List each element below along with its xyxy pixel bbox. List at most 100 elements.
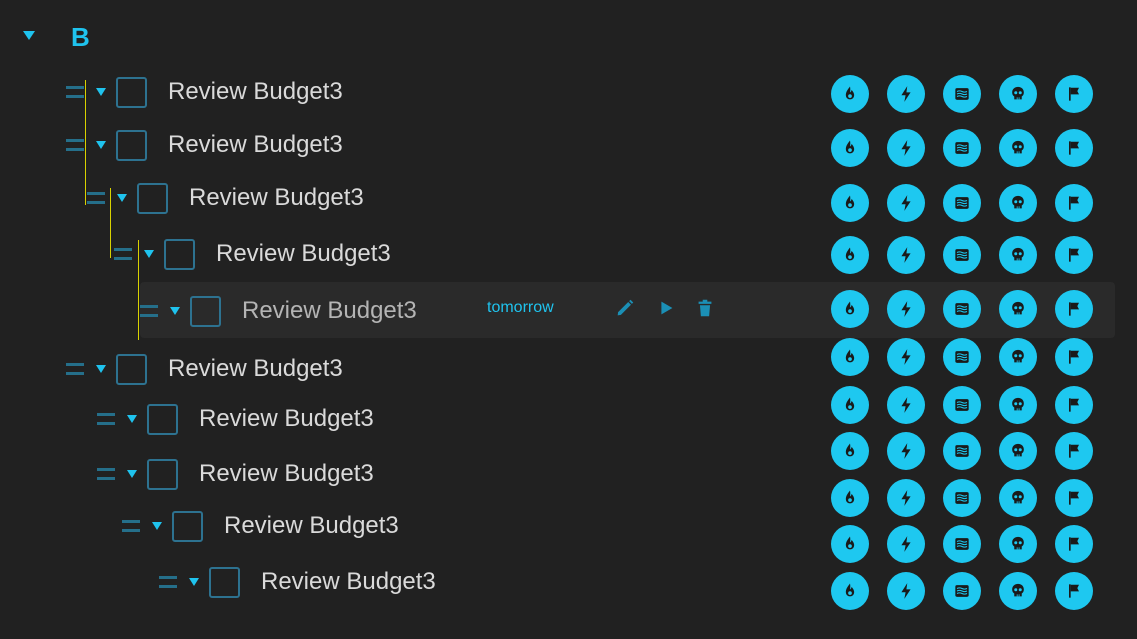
skull-icon[interactable]: [999, 386, 1037, 424]
expand-caret-icon[interactable]: [96, 141, 106, 149]
waves-icon[interactable]: [943, 184, 981, 222]
task-row[interactable]: Review Budget3: [97, 454, 374, 494]
flag-icon[interactable]: [1055, 184, 1093, 222]
task-row[interactable]: Review Budget3: [159, 562, 436, 602]
flame-icon[interactable]: [831, 525, 869, 563]
task-checkbox[interactable]: [137, 182, 168, 214]
bolt-icon[interactable]: [887, 290, 925, 328]
flame-icon[interactable]: [831, 479, 869, 517]
task-row[interactable]: Review Budget3: [122, 506, 399, 546]
flag-icon[interactable]: [1055, 525, 1093, 563]
due-date-label[interactable]: tomorrow: [487, 298, 554, 318]
skull-icon[interactable]: [999, 525, 1037, 563]
skull-icon[interactable]: [999, 236, 1037, 274]
expand-caret-icon[interactable]: [170, 307, 180, 315]
waves-icon[interactable]: [943, 75, 981, 113]
task-checkbox[interactable]: [164, 238, 195, 270]
bolt-icon[interactable]: [887, 525, 925, 563]
task-row[interactable]: Review Budget3: [87, 178, 364, 218]
drag-handle-icon[interactable]: [66, 86, 84, 98]
bolt-icon[interactable]: [887, 479, 925, 517]
skull-icon[interactable]: [999, 184, 1037, 222]
bolt-icon[interactable]: [887, 184, 925, 222]
waves-icon[interactable]: [943, 525, 981, 563]
bolt-icon[interactable]: [887, 572, 925, 610]
task-row[interactable]: Review Budget3: [114, 234, 391, 274]
expand-caret-icon[interactable]: [152, 522, 162, 530]
skull-icon[interactable]: [999, 290, 1037, 328]
flag-icon[interactable]: [1055, 432, 1093, 470]
drag-handle-icon[interactable]: [97, 413, 115, 425]
flame-icon[interactable]: [831, 338, 869, 376]
task-checkbox[interactable]: [116, 76, 147, 108]
skull-icon[interactable]: [999, 75, 1037, 113]
task-checkbox[interactable]: [116, 129, 147, 161]
flame-icon[interactable]: [831, 290, 869, 328]
waves-icon[interactable]: [943, 129, 981, 167]
flag-icon[interactable]: [1055, 386, 1093, 424]
skull-icon[interactable]: [999, 479, 1037, 517]
expand-caret-icon[interactable]: [96, 365, 106, 373]
waves-icon[interactable]: [943, 236, 981, 274]
waves-icon[interactable]: [943, 572, 981, 610]
drag-handle-icon[interactable]: [140, 305, 158, 317]
expand-caret-icon[interactable]: [117, 194, 127, 202]
task-checkbox[interactable]: [209, 566, 240, 598]
drag-handle-icon[interactable]: [122, 520, 140, 532]
flame-icon[interactable]: [831, 184, 869, 222]
drag-handle-icon[interactable]: [87, 192, 105, 204]
expand-caret-icon[interactable]: [144, 250, 154, 258]
expand-caret-icon[interactable]: [127, 470, 137, 478]
waves-icon[interactable]: [943, 290, 981, 328]
task-checkbox[interactable]: [147, 458, 178, 490]
bolt-icon[interactable]: [887, 386, 925, 424]
skull-icon[interactable]: [999, 129, 1037, 167]
edit-icon[interactable]: [614, 297, 636, 319]
waves-icon[interactable]: [943, 386, 981, 424]
trash-icon[interactable]: [694, 297, 716, 319]
task-checkbox[interactable]: [147, 403, 178, 435]
expand-caret-icon[interactable]: [189, 578, 199, 586]
flag-icon[interactable]: [1055, 572, 1093, 610]
bolt-icon[interactable]: [887, 129, 925, 167]
flag-icon[interactable]: [1055, 479, 1093, 517]
skull-icon[interactable]: [999, 432, 1037, 470]
drag-handle-icon[interactable]: [114, 248, 132, 260]
flame-icon[interactable]: [831, 236, 869, 274]
drag-handle-icon[interactable]: [66, 139, 84, 151]
flag-icon[interactable]: [1055, 338, 1093, 376]
flag-icon[interactable]: [1055, 75, 1093, 113]
skull-icon[interactable]: [999, 572, 1037, 610]
drag-handle-icon[interactable]: [97, 468, 115, 480]
flame-icon[interactable]: [831, 572, 869, 610]
flag-icon[interactable]: [1055, 236, 1093, 274]
flag-icon[interactable]: [1055, 290, 1093, 328]
expand-caret-icon[interactable]: [96, 88, 106, 96]
drag-handle-icon[interactable]: [159, 576, 177, 588]
bolt-icon[interactable]: [887, 338, 925, 376]
waves-icon[interactable]: [943, 338, 981, 376]
bolt-icon[interactable]: [887, 75, 925, 113]
flame-icon[interactable]: [831, 129, 869, 167]
flame-icon[interactable]: [831, 386, 869, 424]
bolt-icon[interactable]: [887, 432, 925, 470]
expand-caret-icon[interactable]: [127, 415, 137, 423]
task-checkbox[interactable]: [172, 510, 203, 542]
waves-icon[interactable]: [943, 479, 981, 517]
flame-icon[interactable]: [831, 432, 869, 470]
task-row[interactable]: Review Budget3: [140, 291, 417, 331]
task-checkbox[interactable]: [190, 295, 221, 327]
skull-icon[interactable]: [999, 338, 1037, 376]
waves-icon[interactable]: [943, 432, 981, 470]
drag-handle-icon[interactable]: [66, 363, 84, 375]
task-row[interactable]: Review Budget3: [66, 72, 343, 112]
group-collapse-toggle[interactable]: [23, 31, 35, 40]
flame-icon[interactable]: [831, 75, 869, 113]
task-row[interactable]: Review Budget3: [66, 125, 343, 165]
task-row[interactable]: Review Budget3: [97, 399, 374, 439]
bolt-icon[interactable]: [887, 236, 925, 274]
task-row[interactable]: Review Budget3: [66, 349, 343, 389]
task-checkbox[interactable]: [116, 353, 147, 385]
flag-icon[interactable]: [1055, 129, 1093, 167]
play-icon[interactable]: [655, 297, 677, 319]
